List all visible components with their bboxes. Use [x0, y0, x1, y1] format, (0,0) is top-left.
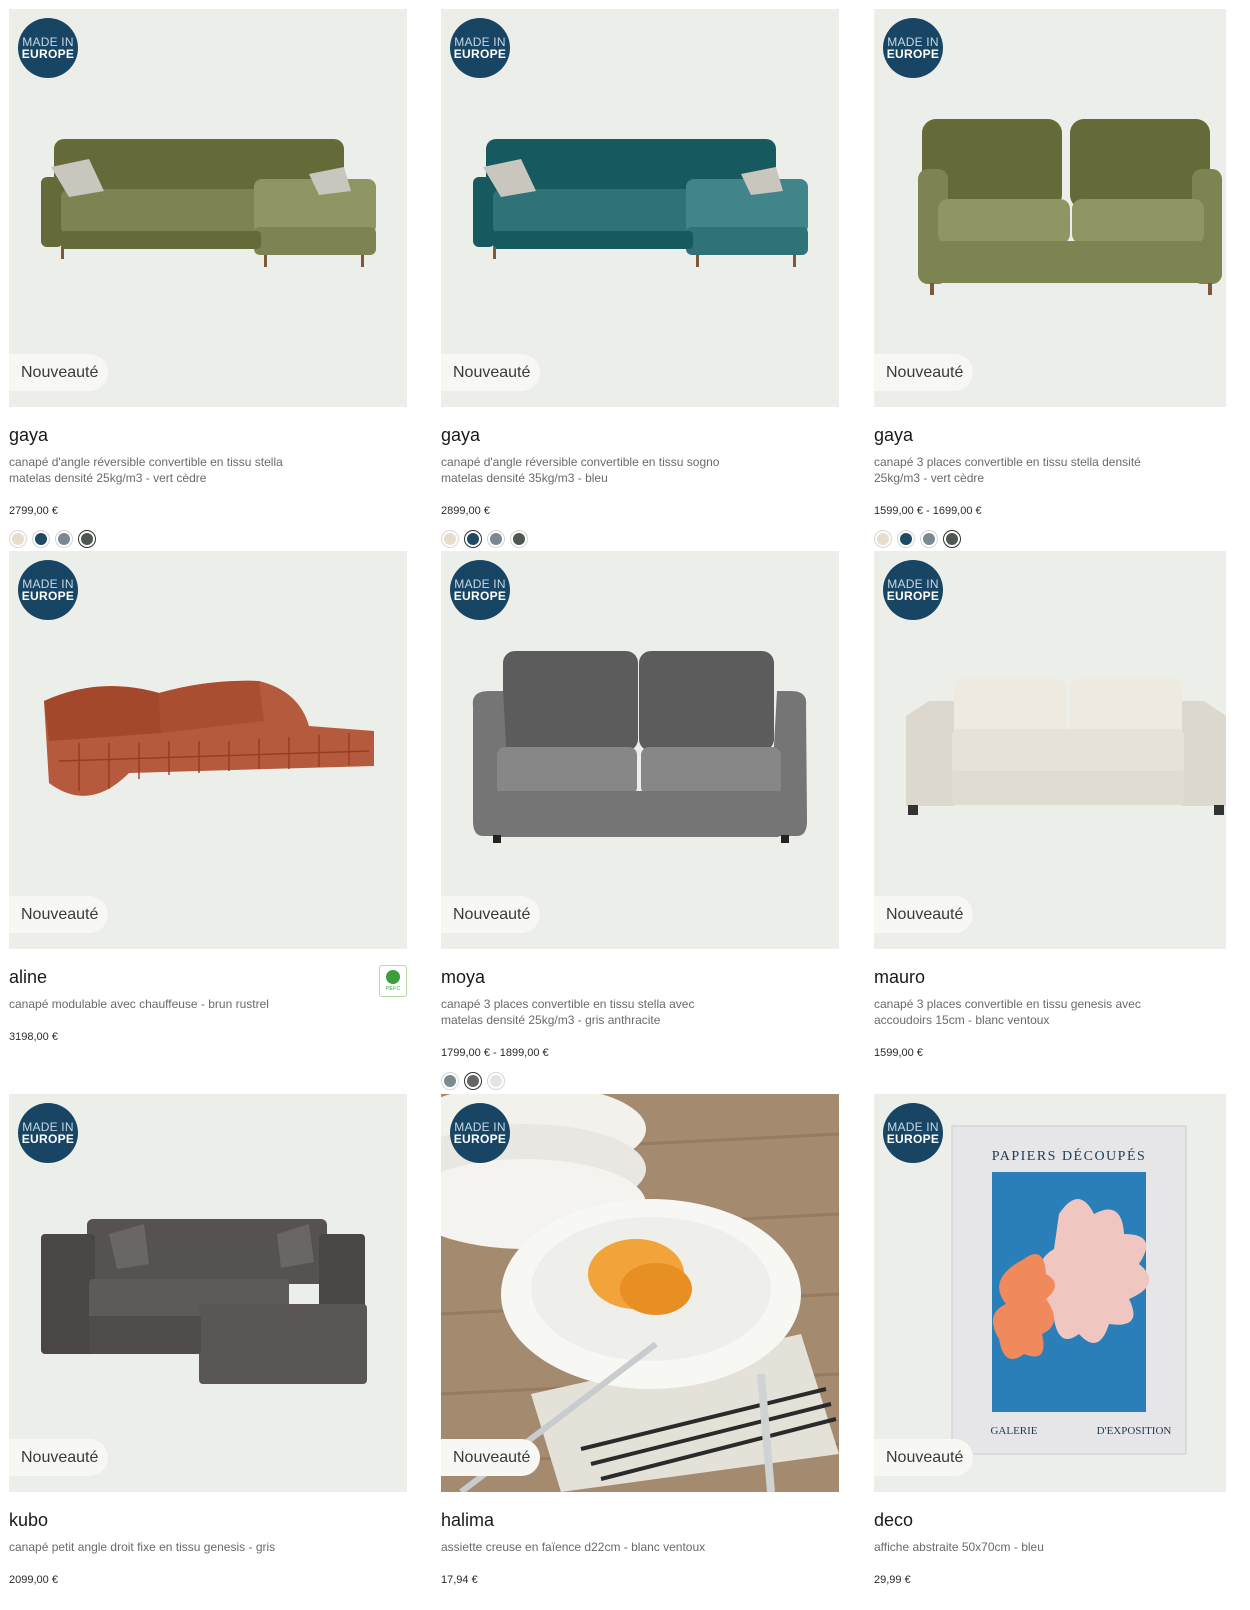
product-media[interactable]: MADE IN EUROPE Nouveauté: [874, 551, 1226, 949]
product-description: canapé d'angle réversible convertible en…: [9, 455, 283, 485]
product-info: gaya canapé d'angle réversible convertib…: [9, 407, 407, 548]
product-price: 1799,00 € - 1899,00 €: [441, 1047, 549, 1059]
color-swatch[interactable]: [9, 530, 27, 548]
product-media[interactable]: MADE IN EUROPE Nouveauté: [441, 9, 839, 407]
product-description: canapé modulable avec chauffeuse - brun …: [9, 997, 269, 1011]
new-tag: Nouveauté: [441, 354, 541, 391]
color-swatch[interactable]: [487, 530, 505, 548]
product-name[interactable]: gaya: [874, 423, 1226, 447]
product-card[interactable]: MADE IN EUROPE Nouveauté gaya canapé 3 p…: [874, 9, 1226, 548]
product-media[interactable]: MADE IN EUROPE Nouveauté: [874, 9, 1226, 407]
new-tag: Nouveauté: [9, 896, 109, 933]
new-tag: Nouveauté: [9, 1439, 109, 1476]
product-card[interactable]: MADE IN EUROPE Nouveauté aline canapé mo…: [9, 551, 407, 1045]
made-in-europe-badge: MADE IN EUROPE: [18, 18, 78, 78]
product-card[interactable]: MADE IN EUROPE Nouveauté gaya canapé d'a…: [9, 9, 407, 548]
product-info: aline canapé modulable avec chauffeuse -…: [9, 949, 407, 1045]
color-swatch[interactable]: [874, 530, 892, 548]
product-media[interactable]: MADE IN EUROPE Nouveauté: [9, 9, 407, 407]
product-card[interactable]: MADE IN EUROPE Nouveauté mauro canapé 3 …: [874, 551, 1226, 1061]
made-in-europe-badge: MADE IN EUROPE: [450, 1103, 510, 1163]
product-price: 3198,00 €: [9, 1031, 58, 1043]
poster-footer-right: D'EXPOSITION: [1097, 1425, 1172, 1437]
product-card[interactable]: MADE IN EUROPE Nouveauté halima assiette…: [441, 1094, 839, 1588]
product-media[interactable]: MADE IN EUROPE Nouveauté: [441, 551, 839, 949]
product-media[interactable]: PAPIERS DÉCOUPÉS GALERIE D'EXPOSITION MA…: [874, 1094, 1226, 1492]
product-name[interactable]: aline: [9, 965, 407, 989]
product-price: 29,99 €: [874, 1574, 911, 1586]
color-swatch[interactable]: [487, 1072, 505, 1090]
product-price: 2899,00 €: [441, 505, 490, 517]
product-info: kubo canapé petit angle droit fixe en ti…: [9, 1492, 407, 1588]
product-card[interactable]: MADE IN EUROPE Nouveauté moya canapé 3 p…: [441, 551, 839, 1090]
product-media[interactable]: MADE IN EUROPE Nouveauté: [9, 551, 407, 949]
made-in-europe-badge: MADE IN EUROPE: [18, 560, 78, 620]
pefc-label-icon: PEFC: [379, 965, 407, 997]
product-name[interactable]: moya: [441, 965, 839, 989]
product-price: 1599,00 € - 1699,00 €: [874, 505, 982, 517]
made-in-europe-badge: MADE IN EUROPE: [450, 18, 510, 78]
product-price: 2799,00 €: [9, 505, 58, 517]
product-media[interactable]: MADE IN EUROPE Nouveauté: [9, 1094, 407, 1492]
new-tag: Nouveauté: [874, 354, 974, 391]
color-swatch[interactable]: [464, 1072, 482, 1090]
color-swatches: [441, 530, 839, 548]
color-swatch[interactable]: [464, 530, 482, 548]
product-name[interactable]: gaya: [9, 423, 407, 447]
color-swatches: [874, 530, 1226, 548]
product-info: mauro canapé 3 places convertible en tis…: [874, 949, 1226, 1061]
product-description: canapé petit angle droit fixe en tissu g…: [9, 1540, 276, 1554]
product-name[interactable]: deco: [874, 1508, 1226, 1532]
made-in-europe-badge: MADE IN EUROPE: [450, 560, 510, 620]
product-description: affiche abstraite 50x70cm - bleu: [874, 1540, 1044, 1554]
made-in-europe-badge: MADE IN EUROPE: [883, 1103, 943, 1163]
product-description: canapé 3 places convertible en tissu ste…: [441, 997, 695, 1027]
color-swatch[interactable]: [55, 530, 73, 548]
made-in-europe-badge: MADE IN EUROPE: [883, 560, 943, 620]
product-description: canapé d'angle réversible convertible en…: [441, 455, 720, 485]
product-media[interactable]: MADE IN EUROPE Nouveauté: [441, 1094, 839, 1492]
product-name[interactable]: kubo: [9, 1508, 407, 1532]
made-in-europe-badge: MADE IN EUROPE: [883, 18, 943, 78]
product-info: deco affiche abstraite 50x70cm - bleu 29…: [874, 1492, 1226, 1588]
product-description: canapé 3 places convertible en tissu gen…: [874, 997, 1141, 1027]
product-card[interactable]: PAPIERS DÉCOUPÉS GALERIE D'EXPOSITION MA…: [874, 1094, 1226, 1588]
color-swatch[interactable]: [441, 1072, 459, 1090]
product-info: moya canapé 3 places convertible en tiss…: [441, 949, 839, 1090]
product-price: 17,94 €: [441, 1574, 478, 1586]
product-name[interactable]: halima: [441, 1508, 839, 1532]
product-card[interactable]: MADE IN EUROPE Nouveauté kubo canapé pet…: [9, 1094, 407, 1588]
new-tag: Nouveauté: [441, 896, 541, 933]
new-tag: Nouveauté: [9, 354, 109, 391]
poster-footer-left: GALERIE: [990, 1425, 1037, 1437]
product-card[interactable]: MADE IN EUROPE Nouveauté gaya canapé d'a…: [441, 9, 839, 548]
color-swatches: [441, 1072, 839, 1090]
made-in-europe-badge: MADE IN EUROPE: [18, 1103, 78, 1163]
product-description: canapé 3 places convertible en tissu ste…: [874, 455, 1141, 485]
product-info: gaya canapé d'angle réversible convertib…: [441, 407, 839, 548]
color-swatches: [9, 530, 407, 548]
new-tag: Nouveauté: [441, 1439, 541, 1476]
color-swatch[interactable]: [897, 530, 915, 548]
product-info: gaya canapé 3 places convertible en tiss…: [874, 407, 1226, 548]
color-swatch[interactable]: [920, 530, 938, 548]
color-swatch[interactable]: [78, 530, 96, 548]
product-price: 1599,00 €: [874, 1047, 923, 1059]
new-tag: Nouveauté: [874, 1439, 974, 1476]
product-name[interactable]: mauro: [874, 965, 1226, 989]
color-swatch[interactable]: [32, 530, 50, 548]
product-description: assiette creuse en faïence d22cm - blanc…: [441, 1540, 706, 1554]
poster-title: PAPIERS DÉCOUPÉS: [992, 1147, 1147, 1164]
color-swatch[interactable]: [441, 530, 459, 548]
product-price: 2099,00 €: [9, 1574, 58, 1586]
new-tag: Nouveauté: [874, 896, 974, 933]
product-info: halima assiette creuse en faïence d22cm …: [441, 1492, 839, 1588]
color-swatch[interactable]: [510, 530, 528, 548]
color-swatch[interactable]: [943, 530, 961, 548]
product-name[interactable]: gaya: [441, 423, 839, 447]
